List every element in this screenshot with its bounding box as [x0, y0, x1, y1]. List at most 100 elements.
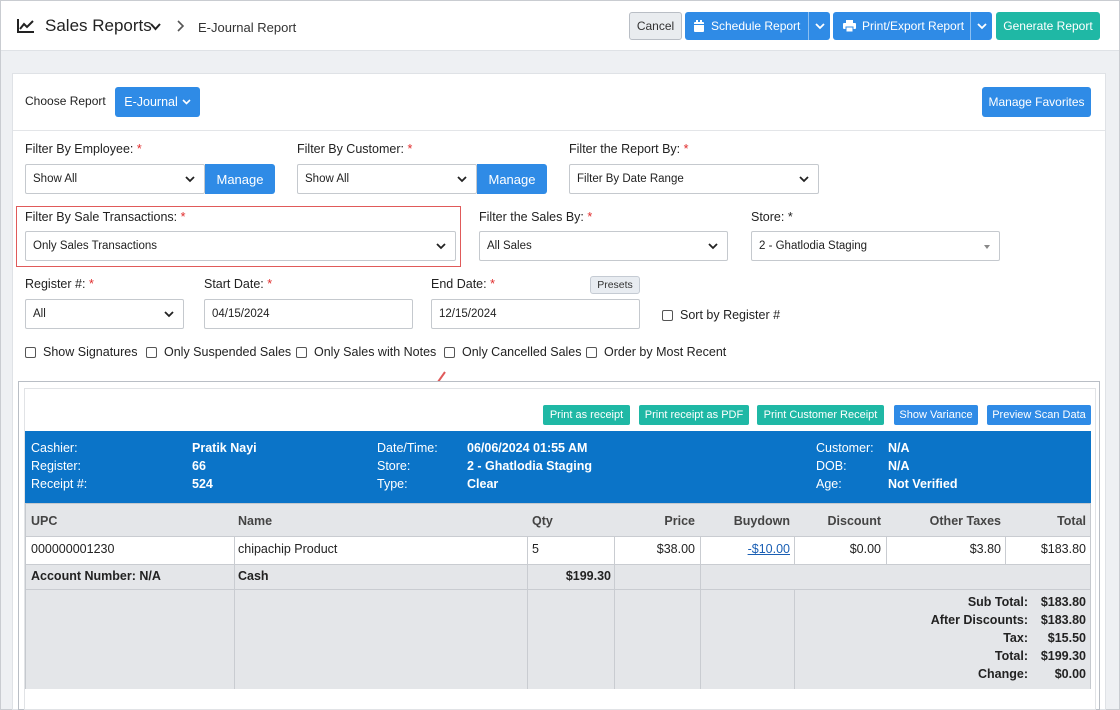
print-receipt-pdf-button[interactable]: Print receipt as PDF — [639, 405, 749, 425]
end-date-label: End Date: * — [431, 277, 495, 291]
checkbox-box[interactable] — [296, 346, 307, 358]
chevron-down-icon — [182, 99, 191, 105]
col-header-other-taxes: Other Taxes — [929, 514, 1001, 528]
type-label: Type: — [377, 477, 408, 491]
checkbox-box[interactable] — [662, 309, 673, 321]
age-value: Not Verified — [888, 477, 958, 491]
chevron-down-icon[interactable] — [149, 22, 162, 32]
required-mark: * — [490, 277, 495, 291]
col-divider — [234, 536, 235, 689]
filter-customer-select[interactable]: Show All — [297, 164, 477, 194]
account-number: Account Number: N/A — [31, 569, 161, 583]
checkbox-box[interactable] — [146, 346, 157, 358]
cashier-label: Cashier: — [31, 441, 78, 455]
datetime-label: Date/Time: — [377, 441, 438, 455]
cell-discount: $0.00 — [849, 542, 881, 556]
checkbox-box[interactable] — [444, 346, 455, 358]
register-info-label: Register: — [31, 459, 82, 473]
only-notes-checkbox[interactable]: Only Sales with Notes — [296, 345, 436, 359]
only-cancelled-checkbox[interactable]: Only Cancelled Sales — [444, 345, 582, 359]
schedule-dropdown-toggle[interactable] — [808, 12, 830, 40]
only-suspended-checkbox[interactable]: Only Suspended Sales — [146, 345, 291, 359]
customer-info-label: Customer: — [816, 441, 874, 455]
store-select[interactable]: 2 - Ghatlodia Staging — [751, 231, 1000, 261]
filter-sale-tx-select[interactable]: Only Sales Transactions — [25, 231, 456, 261]
row-divider — [26, 536, 1090, 537]
row-divider — [26, 589, 1090, 590]
show-variance-button[interactable]: Show Variance — [894, 405, 978, 425]
filter-sales-by-select[interactable]: All Sales — [479, 231, 728, 261]
register-select[interactable]: All — [25, 299, 184, 329]
choose-report-value: E-Journal — [124, 95, 178, 109]
manage-customer-button[interactable]: Manage — [477, 164, 547, 194]
page-title: Sales Reports — [45, 16, 152, 35]
row-divider — [26, 564, 1090, 565]
subtotal-label: Sub Total: — [967, 595, 1028, 609]
checkbox-box[interactable] — [586, 346, 597, 358]
filter-sales-by-text: Filter the Sales By: — [479, 210, 584, 224]
register-info-value: 66 — [192, 459, 206, 473]
show-signatures-checkbox[interactable]: Show Signatures — [25, 345, 138, 359]
dob-value: N/A — [888, 459, 910, 473]
chevron-down-icon — [708, 243, 718, 250]
order-recent-checkbox[interactable]: Order by Most Recent — [586, 345, 726, 359]
end-date-text: End Date: — [431, 277, 487, 291]
schedule-report-label: Schedule Report — [711, 19, 801, 33]
total-label: Total: — [994, 649, 1028, 663]
after-discounts-label: After Discounts: — [930, 613, 1028, 627]
checkbox-box[interactable] — [25, 346, 36, 358]
choose-report-label: Choose Report — [25, 94, 106, 108]
calendar-icon — [694, 19, 704, 32]
print-export-button[interactable]: Print/Export Report — [833, 12, 992, 40]
divider — [13, 130, 1105, 131]
end-date-input[interactable]: 12/15/2024 — [431, 299, 640, 329]
filter-customer-text: Filter By Customer: — [297, 142, 404, 156]
col-divider — [527, 536, 528, 689]
start-date-text: Start Date: — [204, 277, 264, 291]
print-export-dropdown-toggle[interactable] — [970, 12, 992, 40]
manage-favorites-button[interactable]: Manage Favorites — [982, 87, 1091, 117]
items-table: UPC Name Qty Price Buydown Discount Othe… — [25, 503, 1091, 689]
col-header-qty: Qty — [532, 514, 553, 528]
only-cancelled-label: Only Cancelled Sales — [462, 345, 582, 359]
sort-by-register-label: Sort by Register # — [680, 308, 781, 322]
store-info-label: Store: — [377, 459, 411, 473]
payment-method: Cash — [238, 569, 269, 583]
filter-sale-tx-label: Filter By Sale Transactions: * — [25, 210, 186, 224]
generate-report-button[interactable]: Generate Report — [996, 12, 1100, 40]
receipt-number-value: 524 — [192, 477, 213, 491]
preview-scan-data-button[interactable]: Preview Scan Data — [987, 405, 1091, 425]
print-receipt-button[interactable]: Print as receipt — [543, 405, 630, 425]
store-info-value: 2 - Ghatlodia Staging — [467, 459, 593, 473]
filter-sales-by-label: Filter the Sales By: * — [479, 210, 592, 224]
filter-report-by-value: Filter By Date Range — [577, 173, 684, 185]
cancel-button[interactable]: Cancel — [629, 12, 682, 40]
filter-report-by-select[interactable]: Filter By Date Range — [569, 164, 819, 194]
start-date-label: Start Date: * — [204, 277, 272, 291]
chevron-right-icon — [177, 20, 185, 32]
customer-info-value: N/A — [888, 441, 910, 455]
schedule-report-button[interactable]: Schedule Report — [685, 12, 830, 40]
cell-qty: 5 — [532, 542, 539, 556]
dob-label: DOB: — [816, 459, 847, 473]
start-date-input[interactable]: 04/15/2024 — [204, 299, 413, 329]
cell-other-taxes: $3.80 — [969, 542, 1001, 556]
line-chart-icon — [17, 19, 34, 33]
chevron-down-icon — [814, 22, 825, 29]
presets-button[interactable]: Presets — [590, 276, 640, 294]
manage-employee-button[interactable]: Manage — [205, 164, 275, 194]
col-divider — [614, 536, 615, 689]
cell-name: chipachip Product — [238, 542, 338, 556]
register-value: All — [33, 308, 46, 320]
col-divider — [886, 536, 887, 564]
chevron-down-icon — [457, 176, 467, 183]
choose-report-dropdown[interactable]: E-Journal — [115, 87, 200, 117]
cell-buydown-link[interactable]: -$10.00 — [748, 542, 790, 556]
print-customer-receipt-button[interactable]: Print Customer Receipt — [757, 405, 884, 425]
required-mark: * — [88, 277, 94, 291]
store-value: 2 - Ghatlodia Staging — [759, 240, 868, 252]
filter-employee-select[interactable]: Show All — [25, 164, 205, 194]
chevron-down-icon — [799, 176, 809, 183]
sort-by-register-checkbox[interactable]: Sort by Register # — [662, 308, 780, 322]
receipt-info-bar: Cashier: Register: Receipt #: Pratik Nay… — [25, 431, 1091, 503]
